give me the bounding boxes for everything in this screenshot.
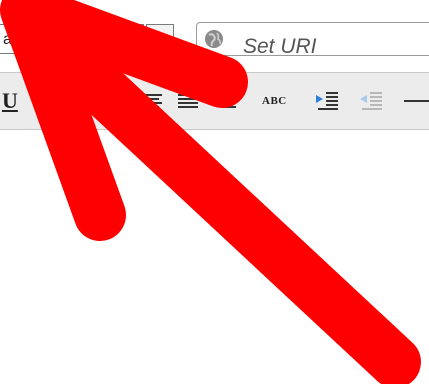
- font-name-value: ar: [3, 31, 18, 48]
- font-dropdown-button[interactable]: [146, 24, 174, 54]
- indent-icon[interactable]: [314, 87, 340, 115]
- top-field-row: ar Set URI: [0, 0, 429, 72]
- outdent-icon[interactable]: [358, 87, 384, 115]
- underline-icon[interactable]: U: [2, 87, 22, 115]
- editor-area[interactable]: [0, 130, 429, 384]
- spellcheck-icon[interactable]: ABC: [262, 87, 302, 115]
- horizontal-rule-icon[interactable]: [400, 87, 429, 115]
- globe-icon: [205, 30, 223, 48]
- format-toolbar: U ABC: [0, 72, 429, 130]
- align-right-icon[interactable]: [214, 87, 238, 115]
- font-name-field[interactable]: ar: [0, 24, 144, 54]
- align-center-icon[interactable]: [140, 87, 164, 115]
- align-justify-icon[interactable]: [176, 87, 200, 115]
- url-placeholder: Set URI: [243, 35, 317, 58]
- url-field[interactable]: Set URI: [196, 22, 429, 58]
